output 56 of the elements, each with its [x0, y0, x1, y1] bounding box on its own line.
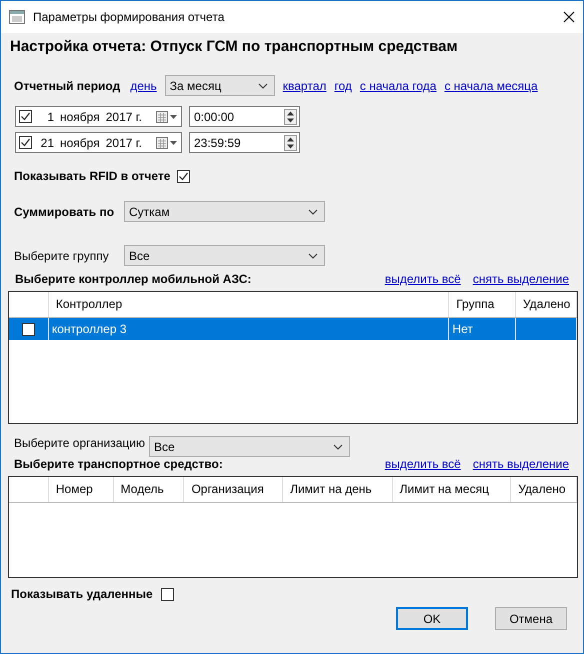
chevron-down-icon — [308, 252, 318, 258]
spinner-icon[interactable] — [284, 108, 297, 124]
period-link[interactable]: с начала года — [360, 78, 436, 92]
spinner-icon[interactable] — [284, 134, 297, 150]
group-label: Выберите группу — [14, 248, 110, 262]
column-header[interactable]: Номер — [48, 477, 114, 502]
select-link[interactable]: выделить всё — [384, 457, 461, 471]
column-header[interactable]: Организация — [184, 477, 284, 502]
rfid-checkbox[interactable] — [177, 170, 190, 182]
close-icon[interactable] — [563, 11, 575, 23]
sum-label: Суммировать по — [14, 204, 116, 218]
period-link[interactable]: день — [130, 78, 157, 92]
report-heading: Настройка отчета: Отпуск ГСМ по транспортным средствам — [10, 38, 459, 55]
period-link[interactable]: квартал — [282, 78, 326, 92]
period-link[interactable]: год — [334, 78, 352, 92]
organization-dropdown[interactable]: Все — [149, 436, 350, 457]
rfid-label: Показывать RFID в отчете — [14, 169, 170, 183]
chevron-down-icon — [258, 82, 268, 88]
period-label: Отчетный период — [14, 78, 120, 92]
window-icon — [9, 10, 25, 24]
sum-dropdown[interactable]: Суткам — [124, 201, 325, 222]
column-header[interactable]: Лимит на месяц — [392, 477, 512, 502]
controller-label: Выберите контроллер мобильной АЗС: — [15, 272, 252, 286]
column-header[interactable]: Удалено — [516, 292, 577, 317]
show-deleted-checkbox[interactable] — [160, 588, 174, 600]
window-title: Параметры формирования отчета — [33, 10, 226, 24]
row-checkbox[interactable] — [22, 322, 35, 336]
controller-row[interactable]: контроллер 3 Нет — [9, 318, 577, 340]
vehicle-label: Выберите транспортное средство: — [14, 457, 223, 471]
calendar-icon[interactable] — [156, 110, 178, 122]
dialog-button[interactable]: Отмена — [495, 607, 567, 630]
column-header[interactable]: Лимит на день — [283, 477, 393, 502]
date-checkbox[interactable] — [19, 136, 32, 149]
date-checkbox[interactable] — [19, 110, 32, 123]
column-header[interactable]: Группа — [449, 292, 516, 317]
time-field[interactable]: 0:00:00 — [189, 106, 300, 127]
group-dropdown[interactable]: Все — [124, 245, 325, 266]
column-header[interactable]: Модель — [114, 477, 184, 502]
table-cell: контроллер 3 — [48, 318, 450, 340]
date-picker[interactable]: 1 ноября 2017 г. — [15, 106, 182, 127]
table-cell: Нет — [449, 318, 516, 340]
time-field[interactable]: 23:59:59 — [189, 132, 300, 153]
column-header[interactable]: Контроллер — [48, 292, 450, 317]
select-link[interactable]: снять выделение — [472, 457, 569, 471]
select-link[interactable]: выделить всё — [384, 272, 461, 286]
select-link[interactable]: снять выделение — [472, 272, 569, 286]
chevron-down-icon — [333, 444, 343, 450]
show-deleted-label: Показывать удаленные — [11, 587, 153, 601]
dialog-button[interactable]: OK — [396, 607, 468, 630]
date-picker[interactable]: 21 ноября 2017 г. — [15, 132, 182, 153]
calendar-icon[interactable] — [156, 136, 178, 148]
organization-label: Выберите организацию — [14, 436, 146, 450]
chevron-down-icon — [308, 208, 318, 214]
column-header[interactable]: Удалено — [511, 477, 577, 502]
period-dropdown[interactable]: За месяц — [164, 75, 275, 96]
period-link[interactable]: с начала месяца — [444, 78, 538, 92]
